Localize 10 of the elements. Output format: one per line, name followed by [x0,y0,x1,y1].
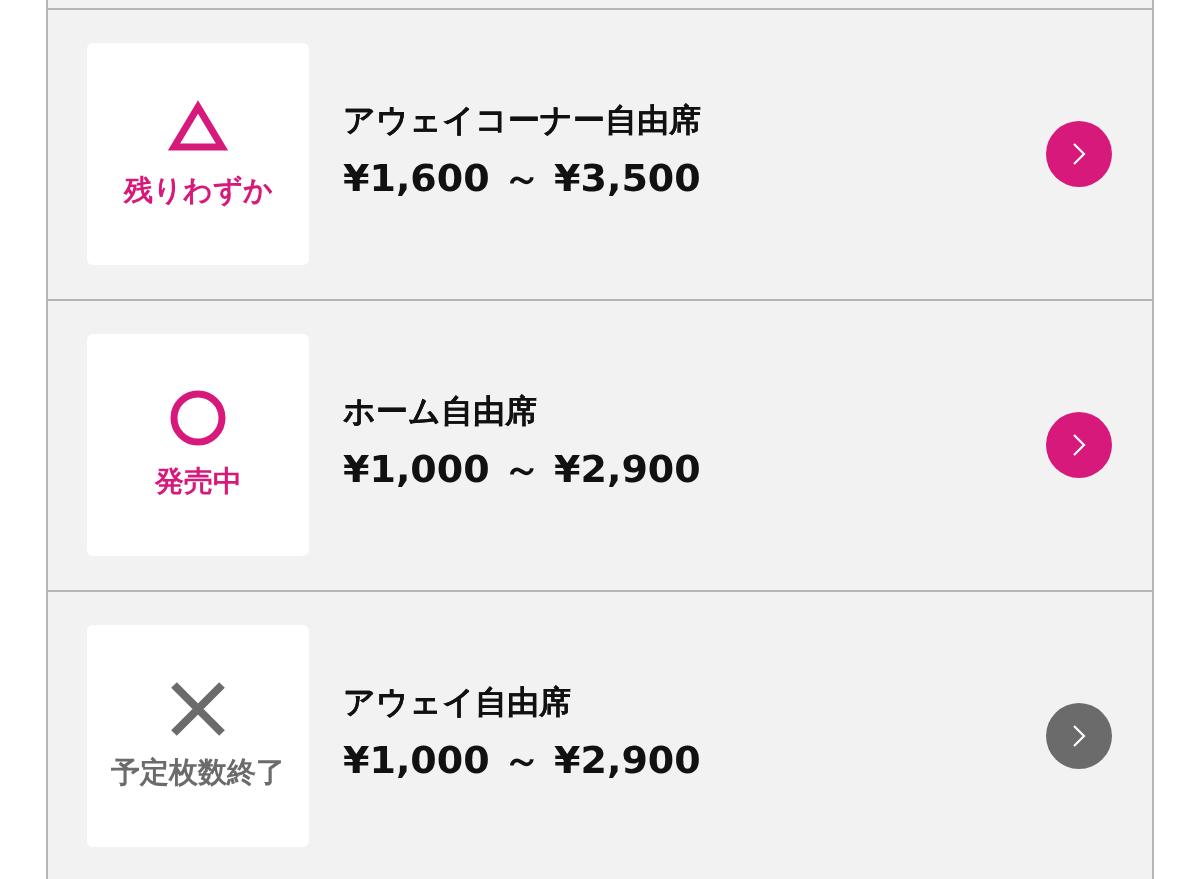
price-range: ¥1,000 ～ ¥2,900 [343,737,702,784]
circle-icon [168,388,228,448]
seat-name: アウェイ自由席 [343,682,572,723]
seat-name: ホーム自由席 [343,391,538,432]
status-label: 発売中 [154,463,242,500]
seat-name: アウェイコーナー自由席 [343,100,702,141]
price-range: ¥1,600 ～ ¥3,500 [343,155,702,202]
status-label: 予定枚数終了 [111,754,285,791]
status-label: 残りわずか [123,172,273,209]
price-range: ¥1,000 ～ ¥2,900 [343,446,702,493]
